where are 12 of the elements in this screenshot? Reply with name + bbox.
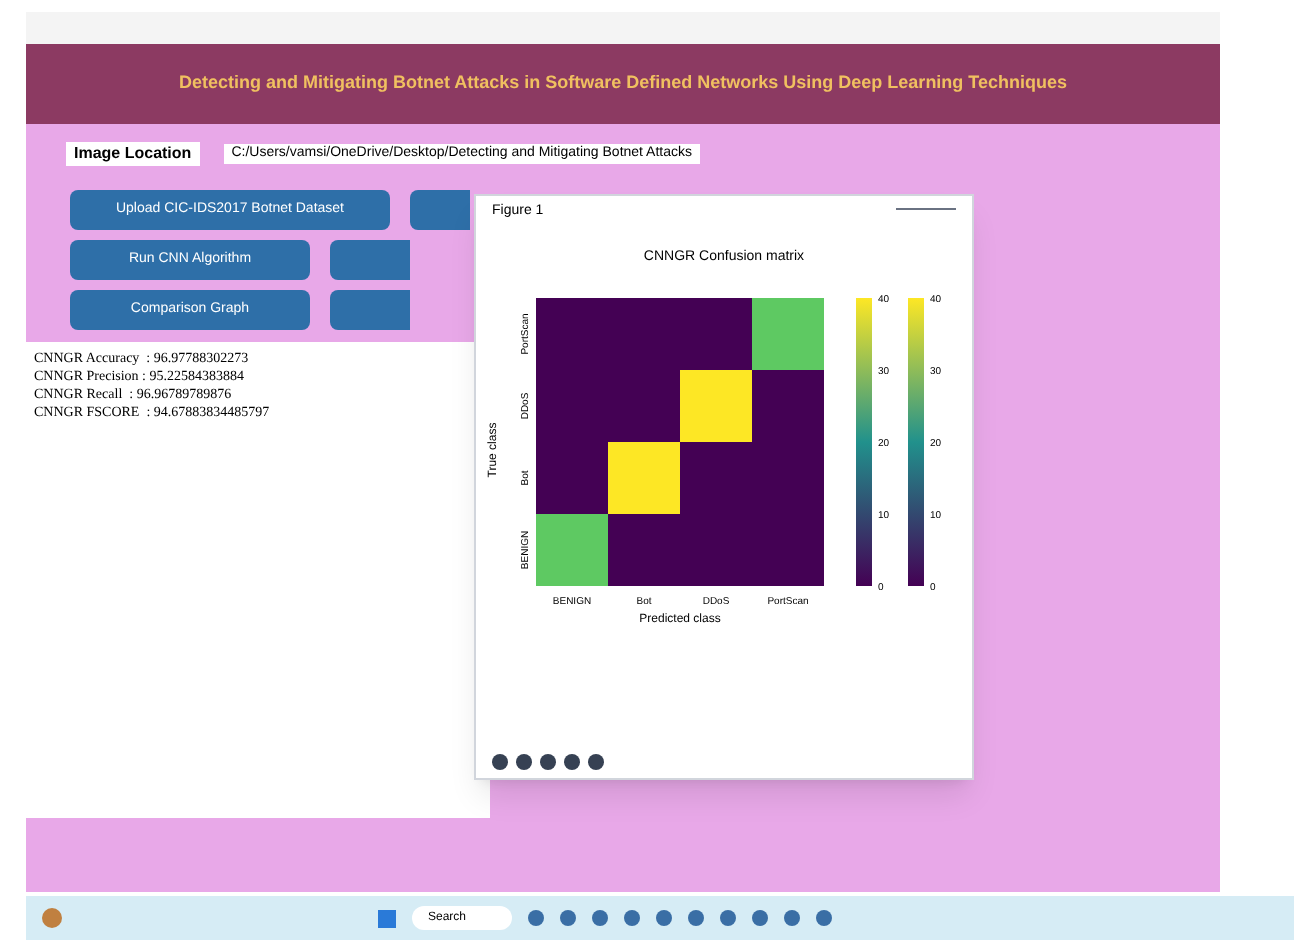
location-label: Image Location — [66, 142, 200, 166]
heatmap-cell — [752, 297, 824, 369]
start-icon[interactable] — [378, 909, 396, 927]
heatmap-cell — [680, 297, 752, 369]
heatmap-cell — [752, 369, 824, 441]
heatmap-cell — [680, 369, 752, 441]
app-title: Detecting and Mitigating Botnet Attacks in Software Defined Networks Using Deep Learning Techniques — [178, 70, 1068, 97]
heatmap-cell — [608, 513, 680, 585]
heatmap-cell — [536, 441, 608, 513]
heatmap-cell — [608, 441, 680, 513]
weather-icon[interactable] — [42, 908, 62, 928]
heatmap-cell — [536, 513, 608, 585]
